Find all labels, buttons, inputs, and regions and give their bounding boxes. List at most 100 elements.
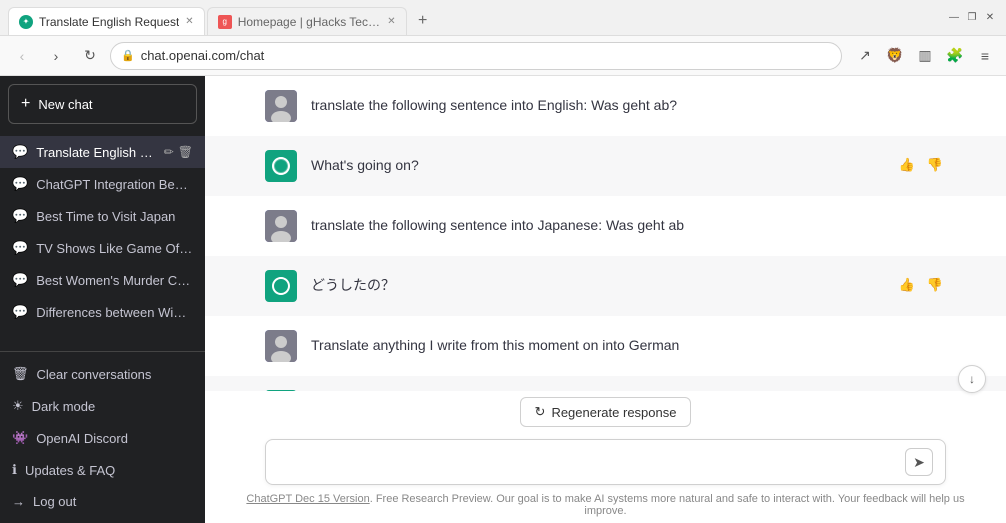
new-chat-button[interactable]: + New chat — [8, 84, 197, 124]
send-button[interactable]: ➤ — [905, 448, 933, 476]
sidebar-footer: 🗑 Clear conversations ☀ Dark mode 👾 Open… — [0, 351, 205, 523]
assistant-avatar-4 — [265, 270, 297, 302]
thumbs-down-2[interactable]: 👎 — [924, 154, 946, 176]
forward-button[interactable]: › — [42, 42, 70, 70]
nav-actions: ↗ 🦁 ▥ 🧩 ≡ — [852, 43, 998, 69]
logout-label: Log out — [33, 494, 76, 509]
message-row-2: What's going on? 👍 👎 — [205, 136, 1006, 196]
send-icon: ➤ — [913, 454, 925, 471]
logout-button[interactable]: → Log out — [0, 486, 205, 517]
url-text: chat.openai.com/chat — [141, 48, 265, 63]
chat-icon-5: 💬 — [12, 272, 28, 288]
user-avatar-5 — [265, 330, 297, 362]
plus-icon: + — [21, 95, 30, 113]
logout-icon: → — [12, 494, 25, 509]
updates-faq-button[interactable]: ℹ Updates & FAQ — [0, 454, 205, 486]
chat-icon-1: 💬 — [12, 144, 28, 160]
delete-icon-1[interactable]: 🗑 — [178, 145, 193, 159]
sun-icon: ☀ — [12, 398, 24, 414]
chat-icon-6: 💬 — [12, 304, 28, 320]
footer-link[interactable]: ChatGPT Dec 15 Version — [246, 493, 369, 505]
message-row-5: Translate anything I write from this mom… — [205, 316, 1006, 376]
user-avatar-3 — [265, 210, 297, 242]
input-wrapper: ➤ — [265, 439, 946, 485]
conv1-actions: ✏ 🗑 — [164, 145, 193, 159]
dark-mode-label: Dark mode — [32, 399, 96, 414]
discord-icon: 👾 — [12, 430, 28, 446]
chat-icon-3: 💬 — [12, 208, 28, 224]
message-content-1: translate the following sentence into En… — [311, 90, 946, 116]
tab-favicon-1: ✦ — [19, 15, 33, 29]
sidebar-toggle[interactable]: ▥ — [912, 43, 938, 69]
conversation-list: 💬 Translate English Reque ✏ 🗑 💬 ChatGPT … — [0, 132, 205, 351]
tab-strip: ✦ Translate English Request ✕ g Homepage… — [8, 0, 437, 35]
discord-label: OpenAI Discord — [36, 431, 128, 446]
app-layout: + New chat 💬 Translate English Reque ✏ 🗑… — [0, 76, 1006, 523]
conv6-title: Differences between Windows — [36, 305, 193, 320]
conv4-title: TV Shows Like Game Of Thron — [36, 241, 193, 256]
maximize-button[interactable]: ❐ — [964, 10, 980, 26]
message-content-5: Translate anything I write from this mom… — [311, 330, 946, 356]
message-actions-4: 👍 👎 — [896, 270, 946, 296]
message-content-3: translate the following sentence into Ja… — [311, 210, 946, 236]
regenerate-button[interactable]: ↻ Regenerate response — [520, 397, 692, 427]
tab-favicon-2: g — [218, 15, 232, 29]
thumbs-down-4[interactable]: 👎 — [924, 274, 946, 296]
tab-title-1: Translate English Request — [39, 15, 179, 29]
message-row-4: どうしたの？ 👍 👎 — [205, 256, 1006, 316]
conv5-title: Best Women's Murder Club — [36, 273, 193, 288]
input-area: ➤ — [205, 429, 1006, 489]
tab-2[interactable]: g Homepage | gHacks Technology News ✕ — [207, 7, 407, 35]
window-controls: — ❐ ✕ — [946, 10, 998, 26]
clear-conversations-button[interactable]: 🗑 Clear conversations — [0, 358, 205, 390]
conv2-title: ChatGPT Integration Benefits — [36, 177, 193, 192]
scroll-down-button[interactable]: ↓ — [958, 365, 986, 393]
sidebar-item-conv4[interactable]: 💬 TV Shows Like Game Of Thron — [0, 232, 205, 264]
thumbs-up-2[interactable]: 👍 — [896, 154, 918, 176]
reload-button[interactable]: ↻ — [76, 42, 104, 70]
scroll-down-icon: ↓ — [969, 372, 975, 386]
sidebar-item-conv3[interactable]: 💬 Best Time to Visit Japan — [0, 200, 205, 232]
browser-bar: ✦ Translate English Request ✕ g Homepage… — [0, 0, 1006, 36]
message-actions-2: 👍 👎 — [896, 150, 946, 176]
tab-close-1[interactable]: ✕ — [185, 16, 193, 27]
info-icon: ℹ — [12, 462, 17, 478]
tab-1[interactable]: ✦ Translate English Request ✕ — [8, 7, 205, 35]
tab-close-2[interactable]: ✕ — [387, 16, 395, 27]
extensions-button[interactable]: 🧩 — [942, 43, 968, 69]
brave-shield[interactable]: 🦁 — [882, 43, 908, 69]
sidebar: + New chat 💬 Translate English Reque ✏ 🗑… — [0, 76, 205, 523]
trash-icon: 🗑 — [12, 366, 29, 382]
share-button[interactable]: ↗ — [852, 43, 878, 69]
sidebar-item-conv5[interactable]: 💬 Best Women's Murder Club — [0, 264, 205, 296]
chat-icon-2: 💬 — [12, 176, 28, 192]
clear-label: Clear conversations — [37, 367, 152, 382]
user-avatar-1 — [265, 90, 297, 122]
regenerate-bar: ↻ Regenerate response — [205, 391, 1006, 429]
message-row-1: translate the following sentence into En… — [205, 76, 1006, 136]
message-content-2: What's going on? — [311, 150, 882, 176]
chat-input[interactable] — [278, 451, 897, 473]
updates-label: Updates & FAQ — [25, 463, 115, 478]
close-button[interactable]: ✕ — [982, 10, 998, 26]
regenerate-icon: ↻ — [535, 404, 546, 420]
sidebar-item-conv2[interactable]: 💬 ChatGPT Integration Benefits — [0, 168, 205, 200]
sidebar-item-conv6[interactable]: 💬 Differences between Windows — [0, 296, 205, 328]
new-tab-button[interactable]: + — [409, 7, 437, 35]
main-content: translate the following sentence into En… — [205, 76, 1006, 523]
address-bar[interactable]: 🔒 chat.openai.com/chat — [110, 42, 842, 70]
dark-mode-button[interactable]: ☀ Dark mode — [0, 390, 205, 422]
sidebar-item-conv1[interactable]: 💬 Translate English Reque ✏ 🗑 — [0, 136, 205, 168]
back-button[interactable]: ‹ — [8, 42, 36, 70]
edit-icon-1[interactable]: ✏ — [164, 145, 174, 159]
chat-icon-4: 💬 — [12, 240, 28, 256]
minimize-button[interactable]: — — [946, 10, 962, 26]
assistant-avatar-2 — [265, 150, 297, 182]
chat-messages: translate the following sentence into En… — [205, 76, 1006, 391]
message-row-6: Sure, I can do that. Please go ahead and… — [205, 376, 1006, 391]
regenerate-label: Regenerate response — [551, 405, 676, 420]
footer-text: . Free Research Preview. Our goal is to … — [370, 493, 965, 517]
menu-button[interactable]: ≡ — [972, 43, 998, 69]
thumbs-up-4[interactable]: 👍 — [896, 274, 918, 296]
discord-button[interactable]: 👾 OpenAI Discord — [0, 422, 205, 454]
